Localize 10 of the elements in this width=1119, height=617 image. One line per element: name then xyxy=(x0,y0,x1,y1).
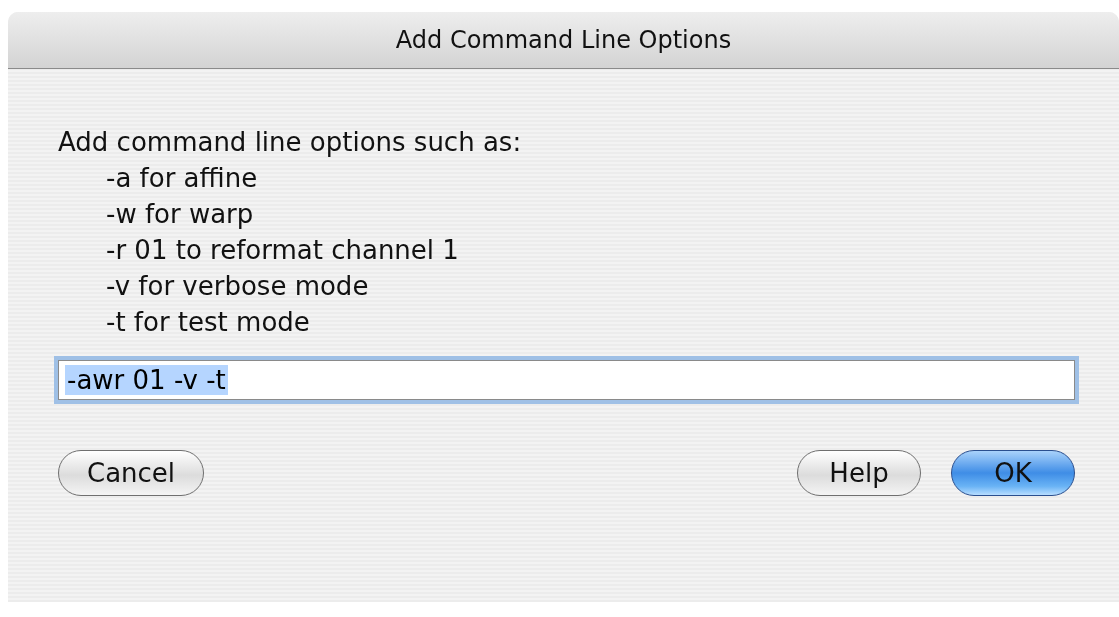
option-text: -a for affine xyxy=(106,162,259,195)
option-text: -r 01 to reformat channel 1 xyxy=(106,234,460,267)
window-title: Add Command Line Options xyxy=(395,26,732,54)
dialog-button[interactable]: Cancel xyxy=(58,450,205,496)
option-text: -t for test mode xyxy=(106,306,311,339)
dialog-button[interactable]: Help xyxy=(797,450,921,496)
option-text: -w for warp xyxy=(106,198,255,231)
option-text: -v for verbose mode xyxy=(106,270,370,303)
instruction-text: Add command line options such as: xyxy=(58,126,523,159)
dialog-button[interactable]: OK xyxy=(951,450,1075,496)
